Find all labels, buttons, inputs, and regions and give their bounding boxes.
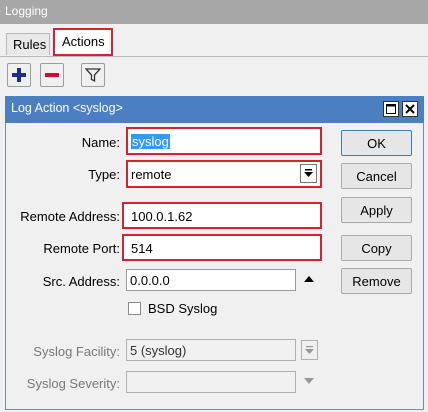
remote-address-label: Remote Address:	[20, 209, 120, 224]
bsd-syslog-label: BSD Syslog	[148, 301, 218, 316]
close-icon	[405, 104, 415, 114]
tab-rules[interactable]: Rules	[6, 33, 50, 55]
syslog-severity-dropdown[interactable]	[302, 375, 316, 387]
src-address-input[interactable]: 0.0.0.0	[126, 269, 296, 291]
type-select[interactable]: remote	[126, 160, 322, 188]
dropdown-icon	[304, 378, 314, 384]
dropdown-icon	[304, 169, 313, 177]
remove-action-button[interactable]: Remove	[341, 268, 412, 294]
syslog-severity-select[interactable]	[126, 371, 296, 393]
remote-port-input[interactable]: 514	[122, 234, 322, 261]
syslog-facility-dropdown[interactable]	[301, 340, 318, 360]
minus-icon	[45, 73, 59, 77]
remote-address-input[interactable]: 100.0.1.62	[122, 202, 322, 229]
src-address-label: Src. Address:	[42, 274, 120, 289]
close-button[interactable]	[402, 101, 418, 117]
up-arrow-icon	[304, 276, 314, 282]
syslog-facility-select[interactable]: 5 (syslog)	[126, 339, 296, 361]
tab-divider	[0, 56, 428, 57]
type-label: Type:	[88, 167, 120, 182]
plus-icon	[12, 68, 26, 82]
tab-actions[interactable]: Actions	[53, 28, 113, 56]
add-button[interactable]	[7, 63, 31, 87]
name-label: Name:	[81, 135, 120, 150]
apply-button[interactable]: Apply	[341, 197, 412, 223]
maximize-button[interactable]	[383, 101, 399, 117]
filter-button[interactable]	[81, 63, 105, 87]
src-address-toggle[interactable]	[302, 273, 316, 285]
maximize-icon	[386, 104, 396, 114]
dialog-title: Log Action <syslog>	[5, 96, 424, 123]
type-dropdown-button[interactable]	[300, 164, 317, 183]
type-value: remote	[131, 167, 172, 182]
remote-port-label: Remote Port:	[43, 241, 120, 256]
ok-button[interactable]: OK	[341, 130, 412, 156]
cancel-button[interactable]: Cancel	[341, 163, 412, 189]
remove-button[interactable]	[40, 63, 64, 87]
name-input[interactable]: syslog	[126, 127, 322, 155]
bsd-syslog-checkbox[interactable]	[128, 302, 141, 315]
copy-button[interactable]: Copy	[341, 235, 412, 261]
syslog-facility-label: Syslog Facility:	[33, 344, 120, 359]
syslog-severity-label: Syslog Severity:	[26, 376, 120, 391]
name-value: syslog	[131, 134, 170, 149]
dropdown-icon	[305, 346, 314, 354]
window-title: Logging	[0, 0, 428, 24]
filter-icon	[85, 68, 101, 83]
